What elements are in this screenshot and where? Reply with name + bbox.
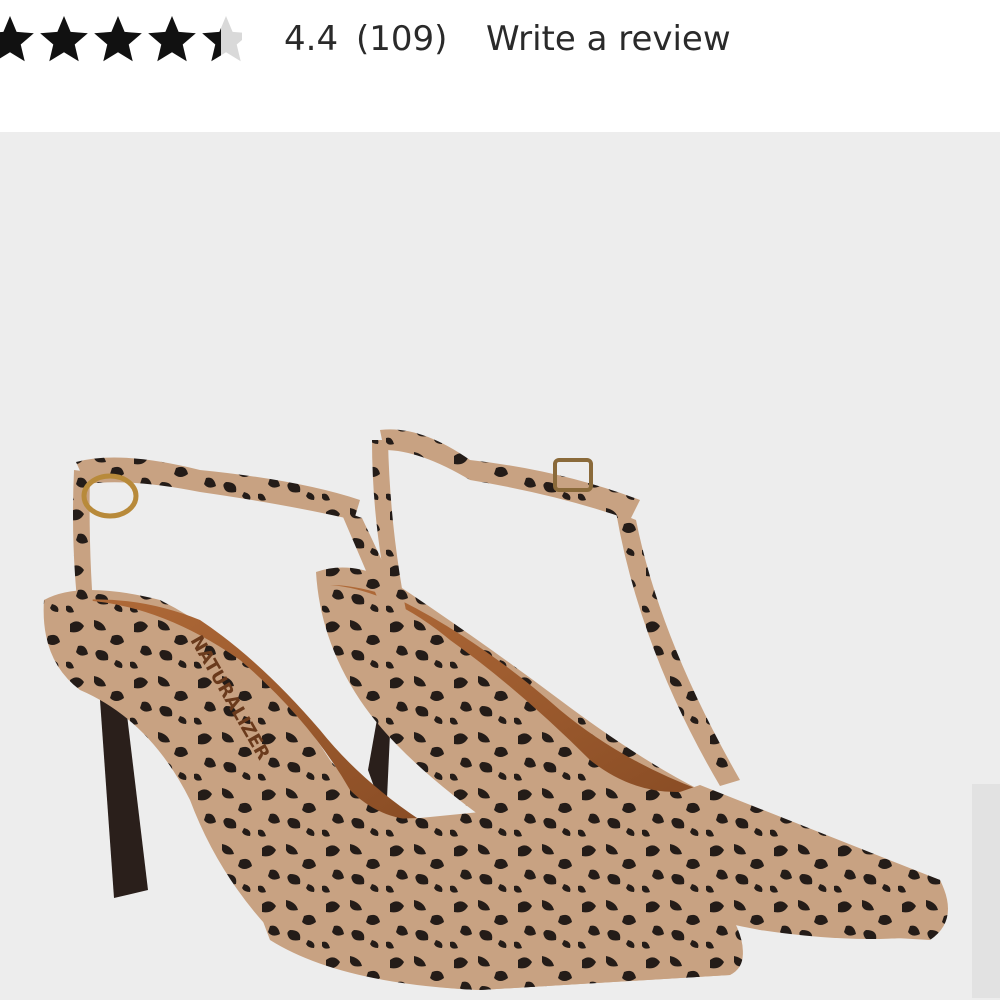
product-image[interactable]: NATURALIZER xyxy=(0,132,1000,1000)
carousel-next-button[interactable] xyxy=(972,784,1000,998)
rating-value: 4.4 xyxy=(284,19,339,59)
rating-row: 4.4 (109) Write a review xyxy=(0,0,1000,132)
star-icon-filled xyxy=(148,16,196,62)
leopard-t-strap-pumps-image: NATURALIZER xyxy=(43,429,948,990)
review-count[interactable]: (109) xyxy=(356,14,447,64)
star-icon-filled xyxy=(0,16,34,62)
write-review-link[interactable]: Write a review xyxy=(486,14,731,64)
star-icon-filled xyxy=(94,16,142,62)
star-icon xyxy=(202,16,242,62)
star-icon-filled xyxy=(40,16,88,62)
rating-stars xyxy=(0,16,242,62)
